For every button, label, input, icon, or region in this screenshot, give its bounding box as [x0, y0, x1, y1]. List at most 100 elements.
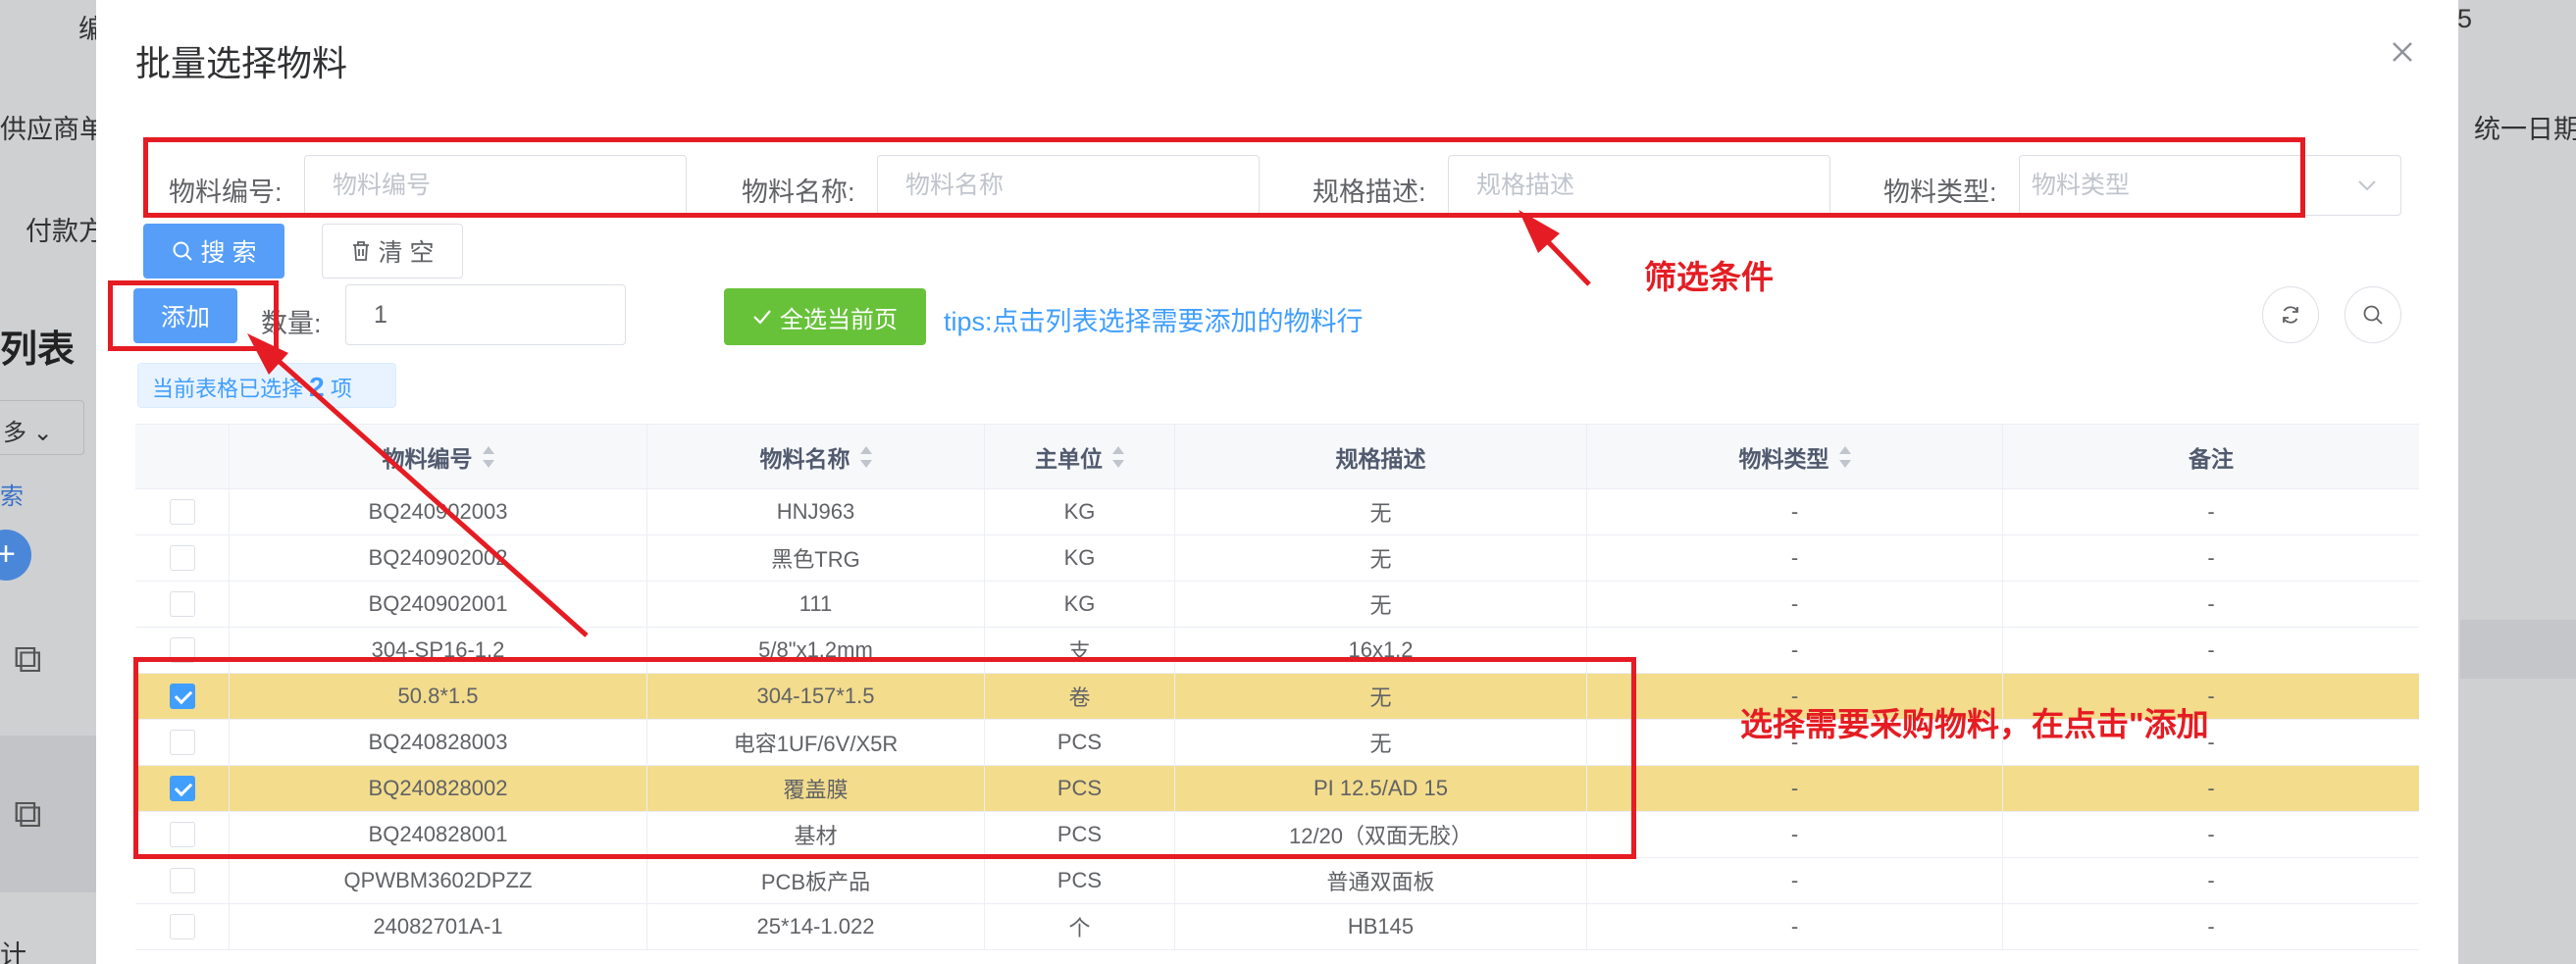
- table-cell: 无: [1175, 535, 1587, 581]
- dialog-title: 批量选择物料: [135, 43, 348, 83]
- table-cell: PCS: [985, 766, 1175, 811]
- table-cell: 电容1UF/6V/X5R: [647, 720, 985, 765]
- table-cell: -: [2207, 591, 2215, 616]
- table-cell: PCB板产品: [647, 858, 985, 903]
- search-button[interactable]: 搜 索: [143, 224, 284, 279]
- sort-icon: [859, 445, 872, 468]
- table-cell: 5/8"x1.2mm: [647, 628, 985, 673]
- column-header[interactable]: 物料名称: [647, 425, 985, 488]
- table-cell: -: [2207, 637, 2215, 662]
- row-checkbox-cell: [135, 720, 230, 765]
- bg-text: 计: [0, 940, 26, 964]
- selection-info: 当前表格已选择 2 项: [137, 363, 396, 408]
- row-checkbox[interactable]: [169, 730, 195, 755]
- row-checkbox[interactable]: [169, 868, 195, 893]
- table-cell: 50.8*1.5: [230, 674, 647, 719]
- table-cell: 个: [985, 904, 1175, 949]
- row-checkbox-cell: [135, 582, 230, 627]
- table-cell: 普通双面板: [1175, 858, 1587, 903]
- refresh-button[interactable]: [2262, 286, 2319, 343]
- table-cell: BQ240902001: [230, 582, 647, 627]
- bg-link[interactable]: 索: [0, 477, 24, 511]
- bg-text: 供应商单: [0, 115, 106, 144]
- row-checkbox[interactable]: [169, 684, 195, 709]
- table-cell: 覆盖膜: [647, 766, 985, 811]
- table-cell: HNJ963: [647, 489, 985, 534]
- sort-icon: [1838, 445, 1851, 468]
- table-header: 物料编号 物料名称 主单位 规格描述 物料类型 备注: [135, 425, 2419, 489]
- table-cell: HB145: [1175, 904, 1587, 949]
- table-row[interactable]: BQ240902001 111 KG 无 - -: [135, 582, 2419, 628]
- quantity-label: 数量:: [261, 309, 322, 338]
- sort-icon: [482, 445, 494, 468]
- table-row[interactable]: QPWBM3602DPZZ PCB板产品 PCS 普通双面板 - -: [135, 858, 2419, 904]
- row-checkbox[interactable]: [169, 591, 195, 617]
- bg-list-title: 列表: [0, 330, 76, 371]
- table-cell: 无: [1175, 582, 1587, 627]
- table-cell: PCS: [985, 812, 1175, 857]
- material-type-select[interactable]: 物料类型: [2019, 155, 2401, 216]
- check-icon: [753, 310, 771, 325]
- column-header: 规格描述: [1175, 425, 1587, 488]
- column-header[interactable]: 物料类型: [1587, 425, 2003, 488]
- clear-button[interactable]: 清 空: [322, 224, 463, 279]
- row-checkbox-cell: [135, 858, 230, 903]
- select-annotation: 选择需要采购物料，在点击"添加: [1740, 706, 2209, 742]
- bg-text: 统一日期: [2474, 115, 2576, 144]
- row-checkbox-cell: [135, 628, 230, 673]
- search-icon: [173, 241, 192, 261]
- row-checkbox-cell: [135, 766, 230, 811]
- table-cell: 304-157*1.5: [647, 674, 985, 719]
- bg-select[interactable]: 多 ⌄: [0, 400, 84, 455]
- column-header[interactable]: 主单位: [985, 425, 1175, 488]
- row-checkbox[interactable]: [169, 776, 195, 801]
- table-cell: -: [2207, 822, 2215, 846]
- copy-icon[interactable]: ⧉: [14, 792, 42, 837]
- table-row[interactable]: BQ240828001 基材 PCS 12/20（双面无胶） - -: [135, 812, 2419, 858]
- add-button[interactable]: 添加: [133, 288, 237, 343]
- table-row[interactable]: 304-SP16-1.2 5/8"x1.2mm 支 16x1.2- -: [135, 628, 2419, 674]
- table-cell: -: [1587, 766, 2003, 811]
- row-checkbox[interactable]: [169, 822, 195, 847]
- table-cell: -: [1587, 812, 2003, 857]
- bg-row: [2460, 620, 2576, 679]
- selection-count: 2: [309, 372, 325, 402]
- table-cell: -: [1587, 904, 2003, 949]
- table-cell: PCS: [985, 720, 1175, 765]
- spec-input[interactable]: 规格描述: [1448, 155, 1830, 216]
- select-all-page-button[interactable]: 全选当前页: [724, 288, 926, 345]
- column-header[interactable]: 物料编号: [230, 425, 647, 488]
- table-cell: 无: [1175, 720, 1587, 765]
- table-cell: BQ240828003: [230, 720, 647, 765]
- material-name-input[interactable]: 物料名称: [877, 155, 1260, 216]
- table-cell: BQ240902003: [230, 489, 647, 534]
- copy-icon[interactable]: ⧉: [14, 637, 42, 682]
- table-row[interactable]: BQ240902002 黑色TRG KG 无 - -: [135, 535, 2419, 582]
- close-icon[interactable]: [2388, 37, 2417, 67]
- table-cell: 无: [1175, 489, 1587, 534]
- material-code-input[interactable]: 物料编号: [304, 155, 687, 216]
- header-checkbox-cell: [135, 425, 230, 488]
- row-checkbox-cell: [135, 535, 230, 581]
- row-checkbox[interactable]: [169, 545, 195, 571]
- table-cell: 16x1.2: [1175, 628, 1587, 673]
- row-checkbox[interactable]: [169, 637, 195, 663]
- filter-label-spec: 规格描述:: [1313, 178, 1426, 207]
- quantity-input[interactable]: 1: [345, 284, 626, 345]
- table-cell: PI 12.5/AD 15: [1175, 766, 1587, 811]
- row-checkbox-cell: [135, 904, 230, 949]
- row-checkbox[interactable]: [169, 499, 195, 525]
- row-checkbox[interactable]: [169, 914, 195, 939]
- batch-select-dialog: 批量选择物料 物料编号: 物料编号 物料名称: 物料名称 规格描述: 规格描述 …: [96, 0, 2458, 964]
- chevron-down-icon: [2358, 180, 2376, 191]
- table-cell: -: [2207, 776, 2215, 800]
- table-cell: BQ240828001: [230, 812, 647, 857]
- table-row[interactable]: BQ240902003 HNJ963 KG 无 - -: [135, 489, 2419, 535]
- bg-add-button[interactable]: +: [0, 530, 31, 581]
- filter-label-code: 物料编号:: [169, 178, 283, 207]
- toggle-search-button[interactable]: [2344, 286, 2401, 343]
- table-cell: -: [1587, 489, 2003, 534]
- row-checkbox-cell: [135, 489, 230, 534]
- table-row[interactable]: 24082701A-1 25*14-1.022 个 HB145- -: [135, 904, 2419, 950]
- table-row[interactable]: BQ240828002 覆盖膜 PCS PI 12.5/AD 15- -: [135, 766, 2419, 812]
